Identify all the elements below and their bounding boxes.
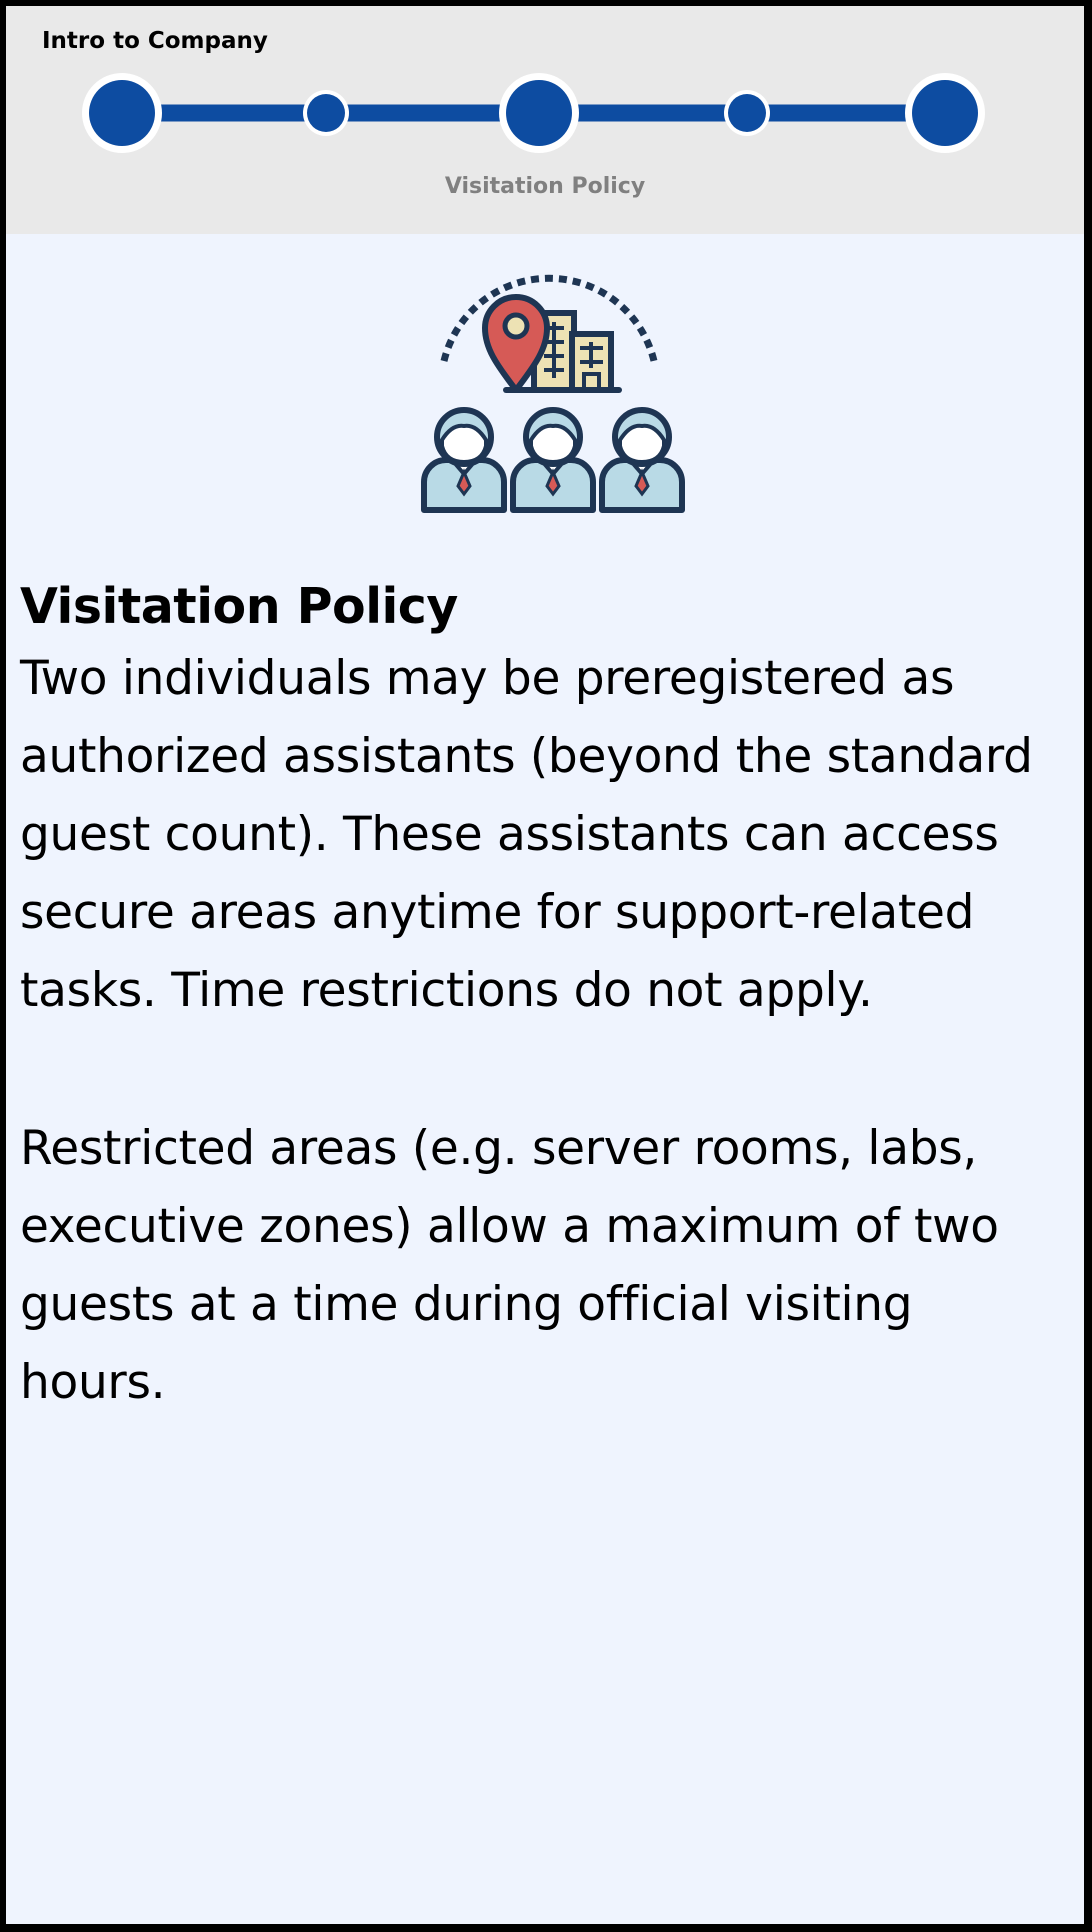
progress-stepper bbox=[82, 73, 985, 153]
policy-heading: Visitation Policy bbox=[20, 578, 458, 635]
person-icon bbox=[421, 407, 507, 513]
step-4[interactable] bbox=[724, 90, 770, 136]
step-caption: Visitation Policy bbox=[444, 174, 646, 199]
visitation-policy-icon bbox=[421, 274, 685, 513]
person-icon bbox=[599, 407, 685, 513]
step-2[interactable] bbox=[303, 90, 349, 136]
policy-paragraph-restricted-areas: Restricted areas (e.g. server rooms, lab… bbox=[20, 1121, 999, 1410]
policy-paragraph-assistants: Two individuals may be preregistered as … bbox=[20, 651, 1033, 1018]
step-1[interactable] bbox=[82, 73, 162, 153]
step-5[interactable] bbox=[905, 73, 985, 153]
person-icon bbox=[510, 407, 596, 513]
step-3-current[interactable] bbox=[499, 73, 579, 153]
policy-content: Visitation Policy Two individuals may be… bbox=[20, 574, 1070, 1422]
app-frame: Intro to Company Visitation Policy Visit… bbox=[6, 6, 1084, 1924]
header: Intro to Company Visitation Policy bbox=[6, 6, 1084, 234]
